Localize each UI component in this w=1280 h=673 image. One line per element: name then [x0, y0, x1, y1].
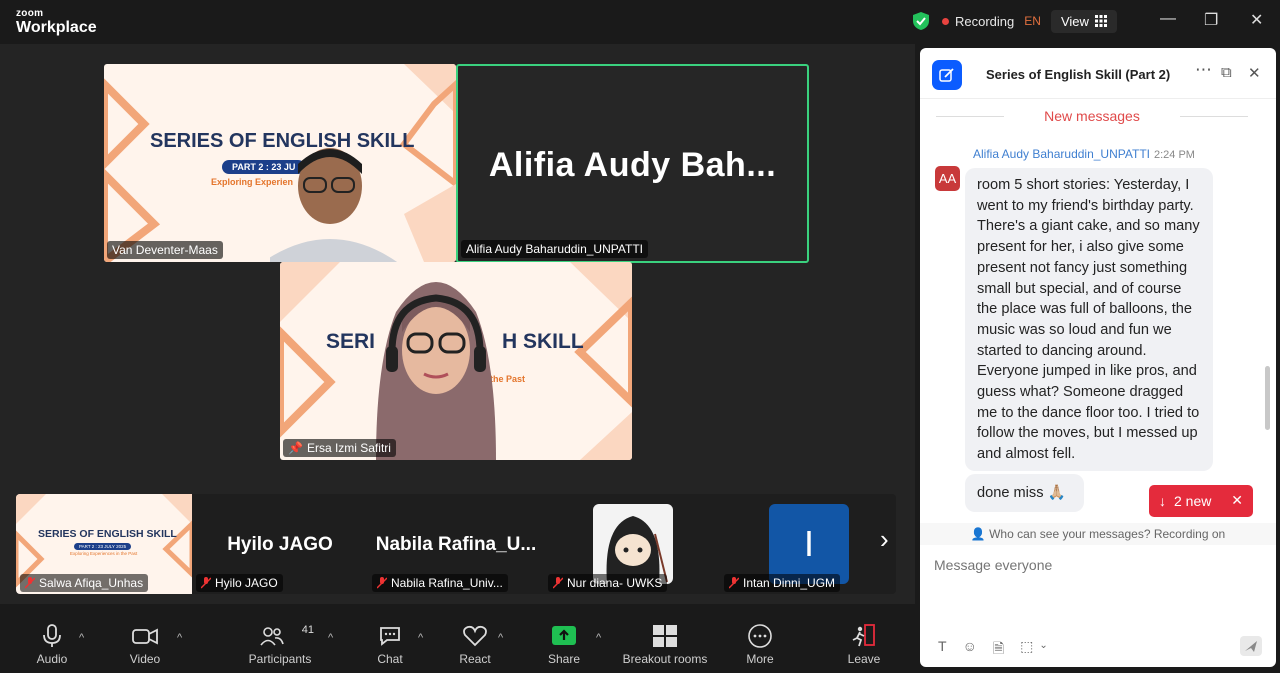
chevron-down-icon[interactable]: ⌄ — [1039, 640, 1047, 662]
audio-button[interactable]: Audio — [34, 624, 70, 666]
mic-muted-icon — [553, 577, 563, 589]
participant-name-label: Hyilo JAGO — [196, 574, 283, 592]
more-dots-icon — [748, 624, 772, 648]
recording-dot-icon — [942, 17, 949, 25]
participant-name-label: Nabila Rafina_Univ... — [372, 574, 508, 592]
chat-message[interactable]: room 5 short stories: Yesterday, I went … — [965, 168, 1213, 471]
compose-icon[interactable] — [932, 60, 962, 90]
leave-button[interactable]: Leave — [844, 624, 884, 666]
message-sender: Alifia Audy Baharuddin_UNPATTI 2:24 PM — [973, 147, 1195, 161]
participant-strip: SERIES OF ENGLISH SKILL PART 2 : 23 JULY… — [16, 494, 896, 594]
participant-video — [270, 148, 397, 262]
chat-panel: Series of English Skill (Part 2) ⋯ ⧉ ✕ N… — [920, 48, 1276, 667]
restore-icon[interactable]: ❐ — [1204, 10, 1218, 30]
close-chat-icon[interactable]: ✕ — [1248, 64, 1261, 82]
language-badge[interactable]: EN — [1024, 14, 1041, 28]
audio-options-caret-icon[interactable]: ^ — [79, 632, 84, 644]
chat-options-caret-icon[interactable]: ^ — [418, 632, 423, 644]
mic-muted-icon — [377, 577, 387, 589]
send-icon[interactable] — [1240, 636, 1262, 656]
participants-options-caret-icon[interactable]: ^ — [328, 632, 333, 644]
video-camera-icon — [132, 628, 158, 645]
participants-icon — [260, 627, 284, 646]
breakout-rooms-button[interactable]: Breakout rooms — [620, 624, 710, 666]
avatar-initial: I — [769, 504, 849, 584]
new-messages-divider: New messages — [936, 108, 1248, 124]
chat-title: Series of English Skill (Part 2) — [986, 67, 1171, 82]
title-bar: zoom Workplace Recording EN View — ❐ ✕ — [0, 0, 1280, 44]
minimize-icon[interactable]: — — [1160, 10, 1176, 28]
emoji-icon[interactable]: ☺ — [963, 638, 977, 662]
message-time: 2:24 PM — [1153, 149, 1195, 161]
grid-icon — [1094, 15, 1107, 27]
new-messages-button[interactable]: ↓ 2 new ✕ — [1149, 485, 1253, 517]
security-shield-icon[interactable] — [910, 10, 932, 32]
dismiss-icon[interactable]: ✕ — [1231, 492, 1243, 509]
participant-name-label: Alifia Audy Baharuddin_UNPATTI — [461, 240, 648, 258]
chat-icon — [380, 627, 400, 646]
participants-button[interactable]: 41 Participants — [246, 624, 314, 666]
react-options-caret-icon[interactable]: ^ — [498, 632, 503, 644]
person-lock-icon: 👤 — [970, 527, 986, 541]
zoom-logo: zoom Workplace — [16, 8, 97, 36]
share-button[interactable]: Share — [545, 624, 583, 666]
participant-name-label: Nur diana- UWKS — [548, 574, 668, 592]
video-tile-alifia[interactable]: Alifia Audy Bah... Alifia Audy Baharuddi… — [456, 64, 809, 263]
sender-avatar: AA — [935, 166, 960, 191]
video-button[interactable]: Video — [126, 624, 164, 666]
file-icon[interactable]: 🗎 — [993, 638, 1004, 662]
strip-tile-salwa[interactable]: SERIES OF ENGLISH SKILL PART 2 : 23 JULY… — [16, 494, 192, 594]
meeting-status: Recording EN View — [910, 8, 1117, 34]
share-screen-icon — [552, 626, 576, 645]
video-options-caret-icon[interactable]: ^ — [177, 632, 182, 644]
chat-header: Series of English Skill (Part 2) ⋯ ⧉ ✕ — [920, 48, 1276, 99]
mic-muted-icon — [201, 577, 211, 589]
strip-tile-intan[interactable]: I Intan Dinni_UGM — [720, 494, 880, 594]
mic-muted-icon — [25, 577, 35, 589]
participant-video — [376, 282, 496, 460]
view-button[interactable]: View — [1050, 9, 1117, 33]
recording-indicator[interactable]: Recording — [942, 14, 1014, 29]
more-button[interactable]: More — [740, 624, 780, 666]
meeting-toolbar: Audio ^ Video ^ 41 Participants ^ Chat ^… — [0, 604, 915, 673]
arrow-down-icon: ↓ — [1159, 493, 1166, 509]
participants-count: 41 — [301, 624, 314, 636]
message-visibility-info[interactable]: 👤 Who can see your messages? Recording o… — [920, 523, 1276, 545]
pin-icon: 📌 — [288, 441, 303, 455]
screenshot-icon[interactable]: ⬚ — [1020, 638, 1033, 662]
participant-name-label: Intan Dinni_UGM — [724, 574, 841, 592]
close-icon[interactable]: ✕ — [1250, 10, 1263, 30]
share-options-caret-icon[interactable]: ^ — [596, 632, 601, 644]
chat-message[interactable]: done miss 🙏🏼 — [965, 474, 1084, 512]
pop-out-icon[interactable]: ⧉ — [1221, 64, 1232, 81]
participant-name-label: 📌 Ersa Izmi Safitri — [283, 439, 396, 457]
breakout-rooms-icon — [653, 625, 677, 647]
video-tile-ersa[interactable]: SERI H SKILL the Past 📌 Ersa Izmi Safitr… — [280, 262, 632, 460]
strip-tile-hyilo[interactable]: Hyilo JAGO Hyilo JAGO — [192, 494, 368, 594]
microphone-icon — [43, 624, 61, 647]
avatar-image — [593, 504, 673, 584]
chevron-right-icon[interactable]: › — [880, 524, 896, 555]
participant-name-label: Salwa Afiqa_Unhas — [20, 574, 149, 592]
participant-name-label: Van Deventer-Maas — [107, 241, 223, 259]
strip-tile-nurdiana[interactable]: Nur diana- UWKS — [544, 494, 720, 594]
video-tile-van-deventer[interactable]: SERIES OF ENGLISH SKILL PART 2 : 23 JU E… — [104, 64, 456, 262]
more-options-icon[interactable]: ⋯ — [1195, 60, 1212, 80]
chat-input-tools: T ☺ 🗎 ⬚ ⌄ — [938, 638, 1048, 662]
participant-display-name: Alifia Audy Bah... — [488, 146, 777, 184]
message-input[interactable] — [932, 556, 1256, 574]
chat-scrollbar[interactable] — [1265, 366, 1270, 430]
mic-muted-icon — [729, 577, 739, 589]
heart-icon — [463, 625, 487, 647]
chat-button[interactable]: Chat — [372, 624, 408, 666]
leave-door-icon — [852, 624, 875, 647]
text-format-icon[interactable]: T — [938, 638, 947, 662]
strip-tile-nabila[interactable]: Nabila Rafina_U... Nabila Rafina_Univ... — [368, 494, 544, 594]
react-button[interactable]: React — [456, 624, 494, 666]
